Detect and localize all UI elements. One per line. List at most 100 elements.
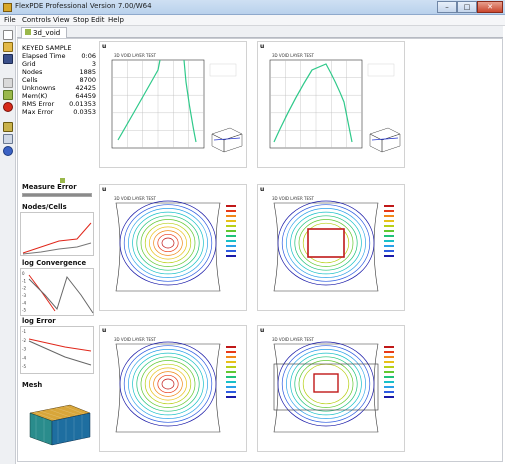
problem-name: KEYED SAMPLE: [22, 44, 72, 52]
legend-swatch: [226, 361, 236, 363]
stat-label: Mem(K): [22, 92, 48, 100]
stat-row: Mem(K) 64459: [22, 92, 96, 100]
log-error-label: log Error: [22, 317, 56, 325]
legend-swatch: [384, 376, 394, 378]
minimize-button[interactable]: –: [437, 1, 457, 13]
save-icon[interactable]: [3, 54, 13, 64]
legend-swatch: [226, 250, 236, 252]
plot-panel-5[interactable]: u 3D VOID LAYER TEST: [99, 325, 247, 452]
plot-variable-label: u: [260, 43, 265, 50]
stop-icon[interactable]: [3, 102, 13, 112]
stat-row: Max Error 0.0353: [22, 108, 96, 116]
plot-canvas: [115, 341, 236, 433]
log-error-plot: -1 -2 -3 -4 -5: [20, 326, 94, 374]
stat-label: Max Error: [22, 108, 54, 116]
void-region: [307, 228, 345, 258]
legend-swatch: [226, 205, 236, 207]
cells-line: [22, 222, 92, 254]
tick-label: -5: [22, 308, 26, 313]
tick-label: -2: [22, 338, 26, 343]
error-line-2: [28, 340, 92, 366]
tick-label: -1: [22, 278, 26, 283]
stat-row: RMS Error 0.01353: [22, 100, 96, 108]
void-region: [313, 373, 339, 393]
contour-line: [123, 345, 213, 423]
menu-help[interactable]: Help: [108, 16, 124, 24]
plot-variable-label: u: [102, 43, 107, 50]
tick-label: -4: [22, 300, 26, 305]
legend-swatch: [384, 391, 394, 393]
legend-swatch: [226, 230, 236, 232]
plot-title: 3D VOID LAYER TEST: [114, 337, 156, 342]
contour-line: [119, 200, 217, 286]
contour-line: [123, 204, 213, 282]
plot-canvas: [273, 341, 394, 433]
export-icon[interactable]: [3, 134, 13, 144]
plot-canvas: [273, 200, 394, 292]
contour-line: [136, 356, 200, 412]
plot-panel-4[interactable]: u 3D VOID LAYER TEST: [257, 184, 405, 311]
lightning-icon[interactable]: [3, 90, 13, 100]
plot-panel-6[interactable]: u 3D VOID LAYER TEST: [257, 325, 405, 452]
menu-bar: File Controls View Stop Edit Help: [0, 15, 505, 26]
contour-line: [132, 211, 204, 275]
new-file-icon[interactable]: [3, 30, 13, 40]
menu-controls[interactable]: Controls: [22, 16, 51, 24]
domain-inset: [211, 127, 243, 153]
menu-view[interactable]: View: [53, 16, 70, 24]
stat-value: 0:06: [81, 52, 96, 60]
tick-label: -3: [22, 293, 26, 298]
legend-swatch: [226, 376, 236, 378]
stat-label: RMS Error: [22, 100, 55, 108]
contour-line: [149, 226, 187, 260]
contour-line: [144, 222, 192, 264]
nodes-line: [22, 242, 92, 255]
legend-swatch: [226, 255, 236, 257]
stats-panel: KEYED SAMPLE Elapsed Time 0:06 Grid 3 Nodes 1…: [22, 44, 96, 116]
file-icon: [25, 29, 31, 35]
plot-panel-3[interactable]: u 3D VOID LAYER TEST: [99, 184, 247, 311]
stat-label: Unknowns: [22, 84, 56, 92]
menu-stop[interactable]: Stop: [73, 16, 89, 24]
tick-label: -4: [22, 355, 26, 360]
contour-line: [157, 233, 179, 253]
stat-label: Grid: [22, 60, 36, 68]
tab-strip: 3d_void: [17, 26, 503, 38]
measure-error-progress: [22, 193, 92, 197]
tab-3d-void[interactable]: 3d_void: [21, 27, 67, 38]
profile-curve: [117, 59, 197, 143]
legend-swatch: [226, 235, 236, 237]
tab-label: 3d_void: [33, 29, 61, 37]
legend-swatch: [226, 386, 236, 388]
plot-canvas: [111, 59, 243, 153]
stat-value: 64459: [75, 92, 96, 100]
plot-panel-1[interactable]: u 3D VOID LAYER TEST: [99, 41, 247, 168]
log-convergence-label: log Convergence: [22, 259, 87, 267]
legend-swatch: [384, 215, 394, 217]
legend-swatch: [226, 215, 236, 217]
contour-line: [161, 378, 175, 390]
stat-label: Cells: [22, 76, 38, 84]
print-icon[interactable]: [3, 78, 13, 88]
legend-swatch: [226, 240, 236, 242]
contour-line: [136, 215, 200, 271]
legend-swatch: [226, 351, 236, 353]
tick-label: 0: [22, 271, 25, 276]
plot-title: 3D VOID LAYER TEST: [272, 53, 314, 58]
menu-file[interactable]: File: [4, 16, 16, 24]
open-folder-icon[interactable]: [3, 42, 13, 52]
legend-swatch: [384, 210, 394, 212]
contour-line: [128, 208, 208, 278]
plot-panel-2[interactable]: u 3D VOID LAYER TEST: [257, 41, 405, 168]
menu-edit[interactable]: Edit: [91, 16, 105, 24]
maximize-button[interactable]: □: [457, 1, 477, 13]
legend-swatch: [384, 250, 394, 252]
stat-value: 1885: [79, 68, 96, 76]
legend-swatch: [384, 361, 394, 363]
help-icon[interactable]: [3, 146, 13, 156]
stat-value: 0.0353: [73, 108, 96, 116]
legend-swatch: [226, 371, 236, 373]
edit-icon[interactable]: [3, 122, 13, 132]
close-button[interactable]: ✕: [477, 1, 503, 13]
legend-swatch: [226, 210, 236, 212]
